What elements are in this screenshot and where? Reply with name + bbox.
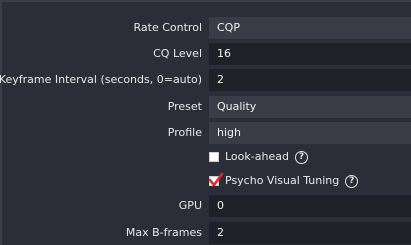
cq-level-label: CQ Level	[153, 47, 202, 60]
psycho-visual-tuning-option[interactable]: Psycho Visual Tuning ?	[208, 171, 359, 191]
look-ahead-checkbox[interactable]	[209, 152, 219, 162]
gpu-row: GPU 0	[0, 195, 411, 217]
look-ahead-label: Look-ahead	[225, 150, 289, 163]
psycho-visual-tuning-checkbox[interactable]	[208, 172, 224, 187]
panel-top-border	[0, 0, 411, 2]
preset-row: Preset Quality	[0, 96, 411, 118]
look-ahead-option[interactable]: Look-ahead ?	[209, 147, 308, 167]
gpu-label: GPU	[178, 199, 202, 212]
rate-control-select[interactable]: CQP	[209, 17, 411, 39]
cq-level-row: CQ Level 16	[0, 43, 411, 65]
psycho-visual-tuning-help-icon[interactable]: ?	[345, 174, 359, 188]
preset-select[interactable]: Quality	[209, 96, 411, 118]
look-ahead-help-icon[interactable]: ?	[294, 150, 308, 164]
profile-row: Profile high	[0, 122, 411, 144]
profile-label: Profile	[167, 126, 202, 139]
cq-level-input[interactable]: 16	[209, 43, 411, 65]
max-bframes-label: Max B-frames	[125, 226, 202, 239]
keyframe-interval-label: Keyframe Interval (seconds, 0=auto)	[0, 73, 202, 86]
checkmark-icon	[208, 172, 224, 187]
gpu-input[interactable]: 0	[209, 195, 411, 217]
rate-control-label: Rate Control	[133, 21, 202, 34]
preset-label: Preset	[167, 100, 202, 113]
keyframe-interval-row: Keyframe Interval (seconds, 0=auto) 2	[0, 69, 411, 91]
rate-control-row: Rate Control CQP	[0, 17, 411, 39]
max-bframes-row: Max B-frames 2	[0, 222, 411, 244]
profile-select[interactable]: high	[209, 122, 411, 144]
psycho-visual-tuning-label: Psycho Visual Tuning	[225, 174, 340, 187]
max-bframes-input[interactable]: 2	[209, 222, 411, 244]
keyframe-interval-input[interactable]: 2	[209, 69, 411, 91]
